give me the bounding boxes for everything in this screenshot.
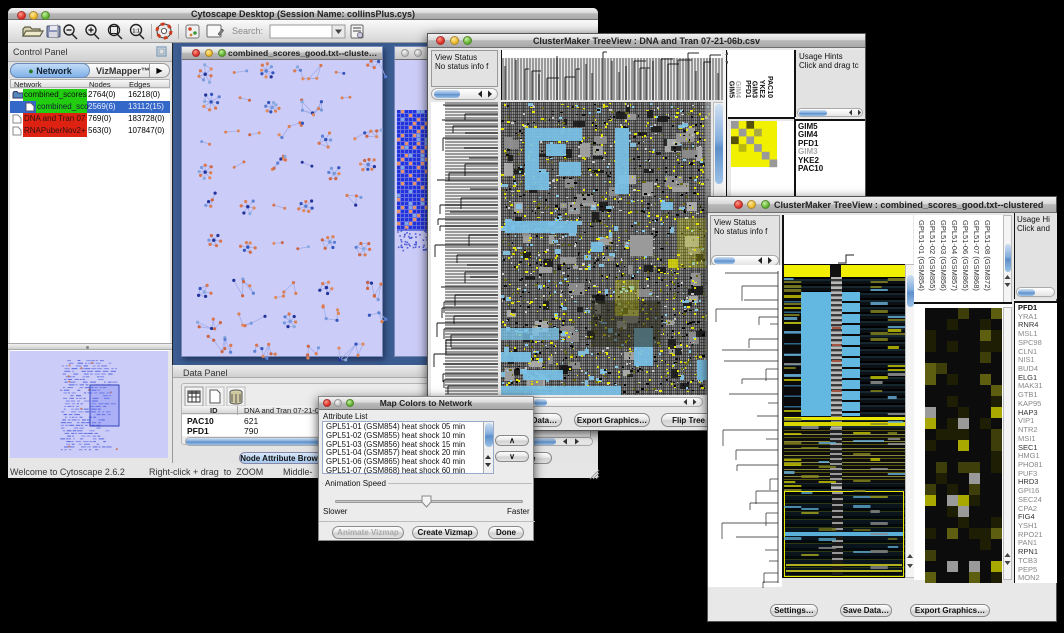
svg-text:YKE2: YKE2: [758, 80, 765, 98]
svg-text:GIM4: GIM4: [734, 81, 741, 98]
svg-text:GIM3: GIM3: [751, 81, 758, 98]
svg-text:GPL51-01 (GSM854): GPL51-01 (GSM854): [917, 220, 926, 291]
svg-text:GIM5: GIM5: [728, 81, 735, 98]
svg-text:PAC10: PAC10: [766, 76, 773, 98]
svg-text:GPL51-02 (GSM855): GPL51-02 (GSM855): [928, 220, 937, 291]
svg-text:GPL51-03 (GSM856): GPL51-03 (GSM856): [939, 220, 948, 291]
svg-text:Search:: Search:: [232, 26, 263, 36]
svg-text:1:1: 1:1: [133, 29, 140, 35]
svg-text:GPL51-07 (GSM868): GPL51-07 (GSM868): [972, 220, 981, 291]
svg-text:GPL51-08 (GSM872): GPL51-08 (GSM872): [983, 220, 992, 291]
svg-text:PFD1: PFD1: [744, 80, 751, 98]
svg-text:GPL51-04 (GSM857): GPL51-04 (GSM857): [950, 220, 959, 291]
svg-text:GPL51-06 (GSM865): GPL51-06 (GSM865): [961, 220, 970, 291]
